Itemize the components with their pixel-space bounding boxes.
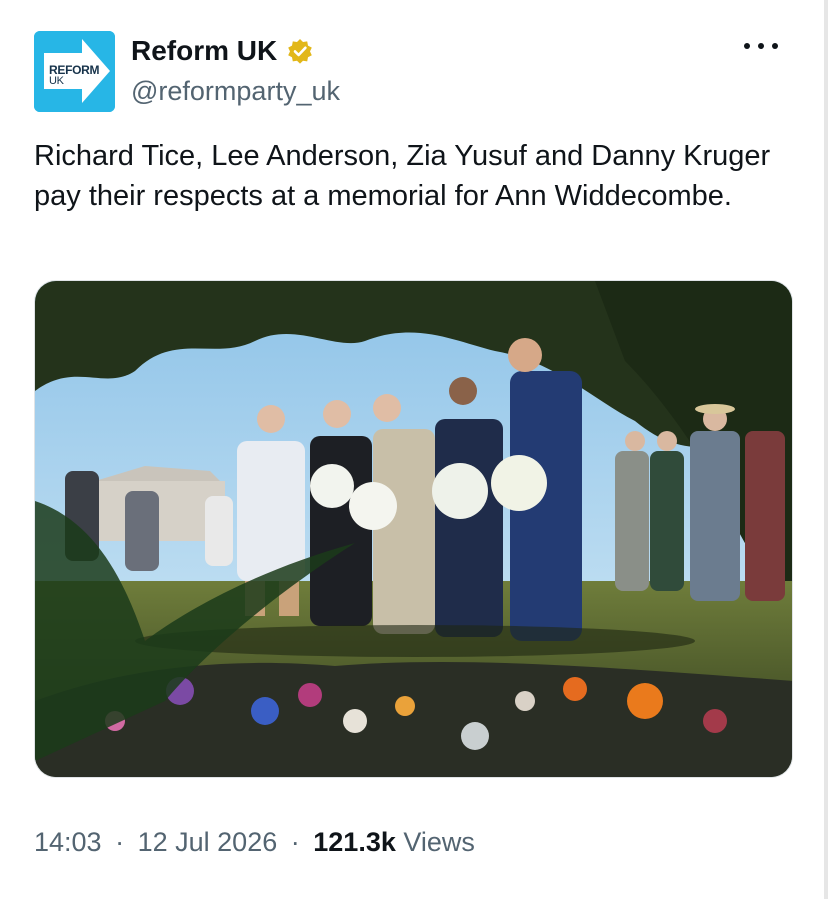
more-options-icon[interactable] (744, 36, 778, 56)
meta-separator: · (115, 827, 125, 857)
more-dot (758, 43, 764, 49)
tweet-date[interactable]: 12 Jul 2026 (138, 827, 278, 857)
author-display-name[interactable]: Reform UK (131, 35, 277, 67)
tweet-time[interactable]: 14:03 (34, 827, 102, 857)
author-name-row: Reform UK (131, 33, 313, 69)
right-edge-divider (824, 0, 828, 899)
tweet-card: REFORM UK Reform UK @reformparty_uk Rich… (0, 0, 828, 899)
views-label: Views (403, 827, 475, 857)
meta-separator: · (290, 827, 300, 857)
avatar[interactable]: REFORM UK (34, 31, 115, 112)
tweet-text: Richard Tice, Lee Anderson, Zia Yusuf an… (34, 140, 771, 212)
more-dot (744, 43, 750, 49)
verified-badge-icon[interactable] (287, 38, 313, 64)
author-handle[interactable]: @reformparty_uk (131, 76, 340, 107)
memorial-photo-illustration (35, 281, 792, 777)
avatar-brand-sub-label: UK (49, 75, 64, 87)
tweet-photo[interactable] (34, 280, 793, 778)
views-count: 121.3k (313, 827, 396, 857)
tweet-meta: 14:03 · 12 Jul 2026 · 121.3k Views (34, 827, 475, 858)
more-dot (772, 43, 778, 49)
avatar-brand-text: REFORM UK (49, 64, 100, 87)
